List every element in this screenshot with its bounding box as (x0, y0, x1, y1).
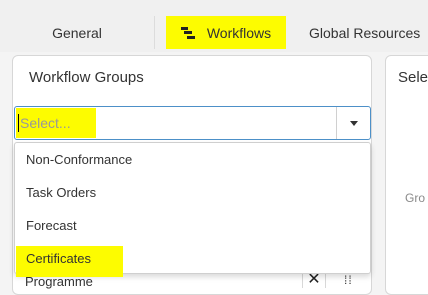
workflow-group-options: Non-Conformance Task Orders Forecast Cer… (14, 142, 371, 277)
text-caret (18, 114, 19, 132)
right-panel-hint: Gro (405, 191, 426, 205)
tab-general[interactable]: General (0, 16, 155, 49)
right-panel: Sele Gro (385, 55, 428, 295)
tab-workflows-label: Workflows (206, 24, 272, 41)
option-label: Non-Conformance (26, 152, 133, 167)
panel-title: Workflow Groups (29, 69, 144, 86)
option-non-conformance[interactable]: Non-Conformance (15, 143, 370, 176)
workflow-group-select[interactable] (14, 106, 371, 140)
right-panel-title: Sele (398, 69, 428, 86)
workflow-group-search-input[interactable] (20, 107, 320, 139)
option-label: Task Orders (26, 185, 97, 200)
tab-global-resources[interactable]: Global Resources (296, 16, 428, 49)
option-label: Forecast (26, 218, 77, 233)
workflow-icon (180, 26, 195, 39)
option-label: Certificates (26, 251, 92, 266)
chevron-down-icon (349, 120, 358, 126)
dropdown-toggle-button[interactable] (336, 107, 370, 139)
option-forecast[interactable]: Forecast (15, 209, 370, 242)
option-task-orders[interactable]: Task Orders (15, 176, 370, 209)
tab-bar: General Workflows Global Resources (0, 0, 428, 52)
tab-workflows[interactable]: Workflows (166, 16, 286, 49)
tab-general-label: General (52, 24, 102, 41)
tab-global-resources-label: Global Resources (309, 24, 421, 41)
option-certificates[interactable]: Certificates (15, 242, 370, 277)
